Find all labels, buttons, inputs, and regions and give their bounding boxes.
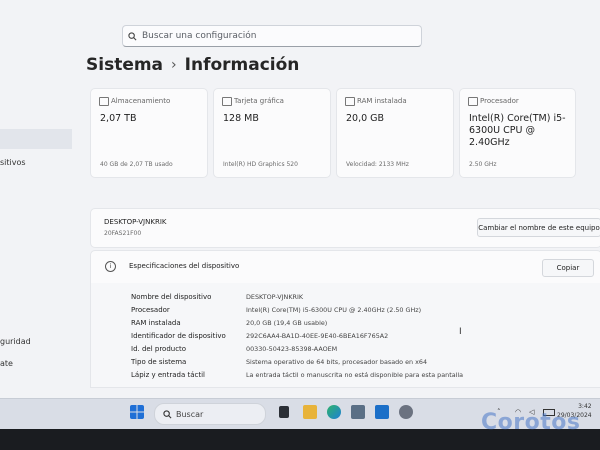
- spec-value: Intel(R) Core(TM) i5-6300U CPU @ 2.40GHz…: [246, 306, 422, 314]
- spec-value: La entrada táctil o manuscrita no está d…: [246, 371, 464, 379]
- store-icon[interactable]: [351, 405, 365, 419]
- card-value: 2,07 TB: [100, 113, 137, 124]
- page-title: Información: [184, 55, 300, 75]
- card-value: Intel(R) Core(TM) i5-6300U CPU @ 2.40GHz: [469, 113, 566, 148]
- card-label: Almacenamiento: [111, 97, 171, 105]
- watermark-logo: Corotos: [481, 410, 581, 435]
- spec-value: Sistema operativo de 64 bits, procesador…: [246, 358, 428, 366]
- spec-label: RAM instalada: [131, 319, 181, 327]
- spec-value: 292C6AA4-BA1D-40EE-9E40-6BEA16F765A2: [246, 332, 389, 340]
- card-storage[interactable]: Almacenamiento 2,07 TB 40 GB de 2,07 TB …: [90, 88, 208, 178]
- sidebar-item-security[interactable]: guridad: [0, 337, 31, 346]
- device-name-panel: DESKTOP-VJNKRIK 20FAS21F00 Cambiar el no…: [90, 208, 600, 248]
- card-sub: 2.50 GHz: [469, 161, 497, 168]
- card-label: Procesador: [480, 97, 519, 105]
- device-specs-header[interactable]: i Especificaciones del dispositivo Copia…: [90, 250, 600, 284]
- sidebar-item-devices[interactable]: sitivos: [0, 158, 26, 167]
- spec-value: 20,0 GB (19,4 GB usable): [246, 319, 328, 327]
- outlook-icon[interactable]: [375, 405, 389, 419]
- sidebar-item-update[interactable]: ate: [0, 359, 13, 368]
- spec-label: Procesador: [131, 306, 170, 314]
- spec-label: Id. del producto: [131, 345, 187, 353]
- breadcrumb-parent[interactable]: Sistema: [86, 55, 163, 75]
- spec-value: 00330-50423-85398-AAOEM: [246, 345, 338, 353]
- taskbar-search-label: Buscar: [176, 409, 204, 419]
- spec-label: Identificador de dispositivo: [131, 332, 226, 340]
- info-icon: i: [105, 261, 116, 272]
- text-cursor-icon: I: [459, 327, 462, 337]
- settings-window: Buscar una configuración sitivos guridad…: [0, 0, 600, 398]
- taskbar-search[interactable]: Buscar: [154, 403, 266, 425]
- card-value: 20,0 GB: [346, 113, 385, 124]
- sidebar: [0, 60, 72, 398]
- card-processor[interactable]: Procesador Intel(R) Core(TM) i5-6300U CP…: [459, 88, 576, 178]
- settings-search[interactable]: Buscar una configuración: [122, 25, 422, 47]
- storage-icon: [99, 97, 109, 106]
- search-icon: [163, 409, 172, 418]
- card-sub: Intel(R) HD Graphics 520: [223, 161, 298, 168]
- cpu-icon: [468, 97, 478, 106]
- spec-label: Nombre del dispositivo: [131, 293, 212, 301]
- gpu-icon: [222, 97, 232, 106]
- card-sub: Velocidad: 2133 MHz: [346, 161, 409, 168]
- card-graphics[interactable]: Tarjeta gráfica 128 MB Intel(R) HD Graph…: [213, 88, 331, 178]
- rename-pc-button[interactable]: Cambiar el nombre de este equipo: [477, 218, 600, 237]
- windows-start-icon[interactable]: [130, 405, 144, 419]
- card-ram[interactable]: RAM instalada 20,0 GB Velocidad: 2133 MH…: [336, 88, 454, 178]
- task-view-icon[interactable]: [279, 406, 289, 418]
- spec-value: DESKTOP-VJNKRIK: [246, 293, 304, 301]
- device-specs-list: Nombre del dispositivo DESKTOP-VJNKRIK P…: [90, 283, 600, 388]
- copy-button[interactable]: Copiar: [542, 259, 594, 277]
- settings-gear-icon[interactable]: [399, 405, 413, 419]
- search-placeholder: Buscar una configuración: [142, 31, 257, 41]
- card-label: RAM instalada: [357, 97, 407, 105]
- spec-label: Lápiz y entrada táctil: [131, 371, 205, 379]
- edge-browser-icon[interactable]: [327, 405, 341, 419]
- device-model: 20FAS21F00: [104, 230, 142, 237]
- spec-label: Tipo de sistema: [131, 358, 187, 366]
- sidebar-selected-item[interactable]: [0, 129, 72, 149]
- search-icon: [128, 31, 137, 40]
- card-value: 128 MB: [223, 113, 259, 124]
- ram-icon: [345, 97, 355, 106]
- device-name: DESKTOP-VJNKRIK: [104, 218, 167, 226]
- specs-title: Especificaciones del dispositivo: [129, 262, 240, 270]
- card-sub: 40 GB de 2,07 TB usado: [100, 161, 173, 168]
- card-label: Tarjeta gráfica: [234, 97, 284, 105]
- chevron-right-icon: ›: [171, 57, 177, 73]
- breadcrumb: Sistema › Información: [86, 55, 299, 75]
- file-explorer-icon[interactable]: [303, 405, 317, 419]
